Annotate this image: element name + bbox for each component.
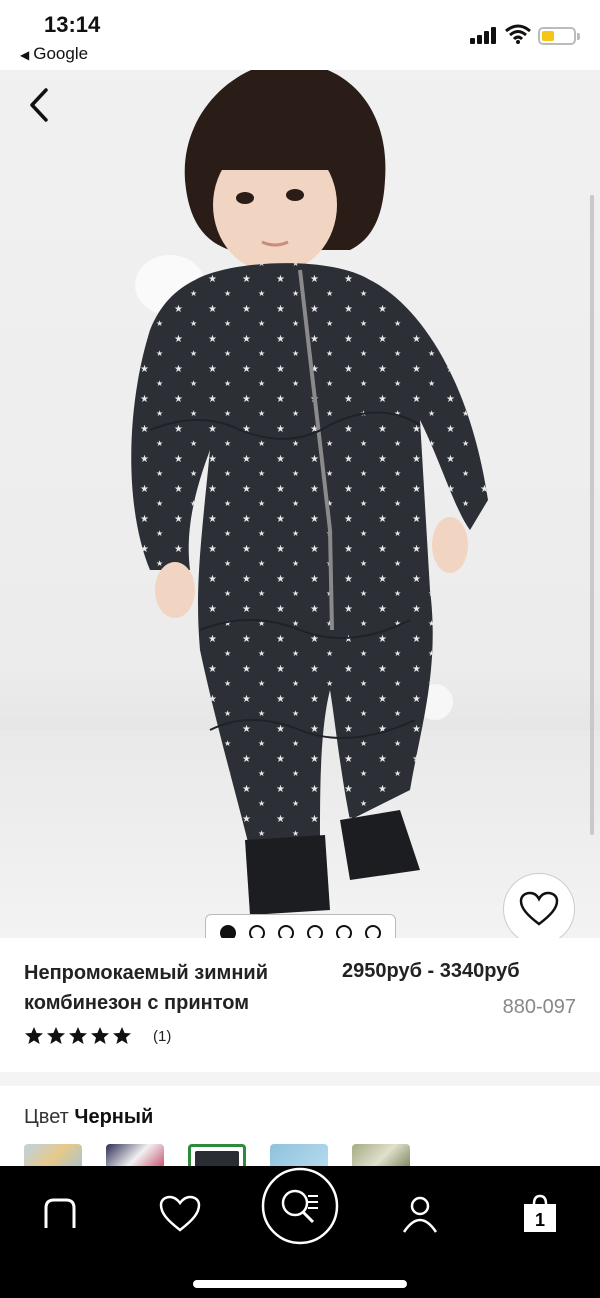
tab-search[interactable]	[260, 1166, 340, 1246]
tab-home[interactable]	[30, 1184, 90, 1244]
battery-icon	[538, 27, 580, 45]
search-icon	[261, 1167, 339, 1245]
rating-stars[interactable]	[24, 1026, 132, 1046]
status-bar: 13:14 ◀ Google	[0, 0, 600, 70]
carousel-dot[interactable]	[364, 925, 381, 938]
star-icon	[47, 1027, 65, 1044]
color-value: Черный	[74, 1106, 154, 1128]
product-page: ★ ★	[0, 0, 600, 1298]
add-to-favorites-button[interactable]	[503, 873, 575, 938]
product-sku: 880-097	[502, 996, 576, 1018]
back-app-label: Google	[33, 44, 89, 63]
bottom-tab-bar: 1	[0, 1166, 600, 1298]
carousel-dot[interactable]	[278, 925, 295, 938]
color-selector: Цвет Черный	[0, 1086, 600, 1174]
home-icon	[44, 1198, 76, 1228]
home-indicator	[193, 1280, 407, 1288]
heart-icon	[519, 891, 559, 926]
back-to-app-link[interactable]: ◀ Google	[20, 44, 88, 64]
scroll-indicator	[590, 195, 594, 835]
star-icon	[91, 1027, 109, 1044]
star-icon	[113, 1027, 131, 1044]
chevron-left-icon	[30, 88, 48, 122]
tab-account[interactable]	[390, 1184, 450, 1244]
carousel-dot[interactable]	[249, 925, 266, 938]
product-info: Непромокаемый зимний комбинезон с принто…	[0, 938, 600, 1072]
account-icon	[402, 1196, 438, 1233]
color-label: Цвет Черный	[24, 1106, 153, 1129]
bag-count: 1	[535, 1210, 545, 1230]
carousel-dot[interactable]	[335, 925, 352, 938]
status-time: 13:14	[44, 12, 101, 37]
heart-icon	[159, 1195, 201, 1232]
carousel-pagination	[205, 914, 396, 938]
section-divider	[0, 1072, 600, 1086]
color-label-text: Цвет	[24, 1106, 69, 1128]
star-icon	[69, 1027, 87, 1044]
signal-icon	[470, 26, 498, 44]
carousel-dot[interactable]	[306, 925, 323, 938]
product-image[interactable]: ★ ★	[0, 30, 600, 938]
tab-bag[interactable]: 1	[510, 1184, 570, 1244]
review-count[interactable]: (1)	[153, 1028, 171, 1045]
tab-favorites[interactable]	[150, 1184, 210, 1244]
star-icon	[25, 1027, 43, 1044]
product-photo: ★ ★	[131, 61, 488, 915]
product-title: Непромокаемый зимний комбинезон с принто…	[24, 962, 268, 1014]
carousel-dot[interactable]	[220, 925, 237, 938]
product-price: 2950руб - 3340руб	[342, 960, 520, 982]
back-triangle-icon: ◀	[20, 48, 30, 62]
wifi-icon	[505, 24, 531, 44]
bag-icon: 1	[524, 1194, 556, 1232]
back-button[interactable]	[22, 80, 62, 130]
